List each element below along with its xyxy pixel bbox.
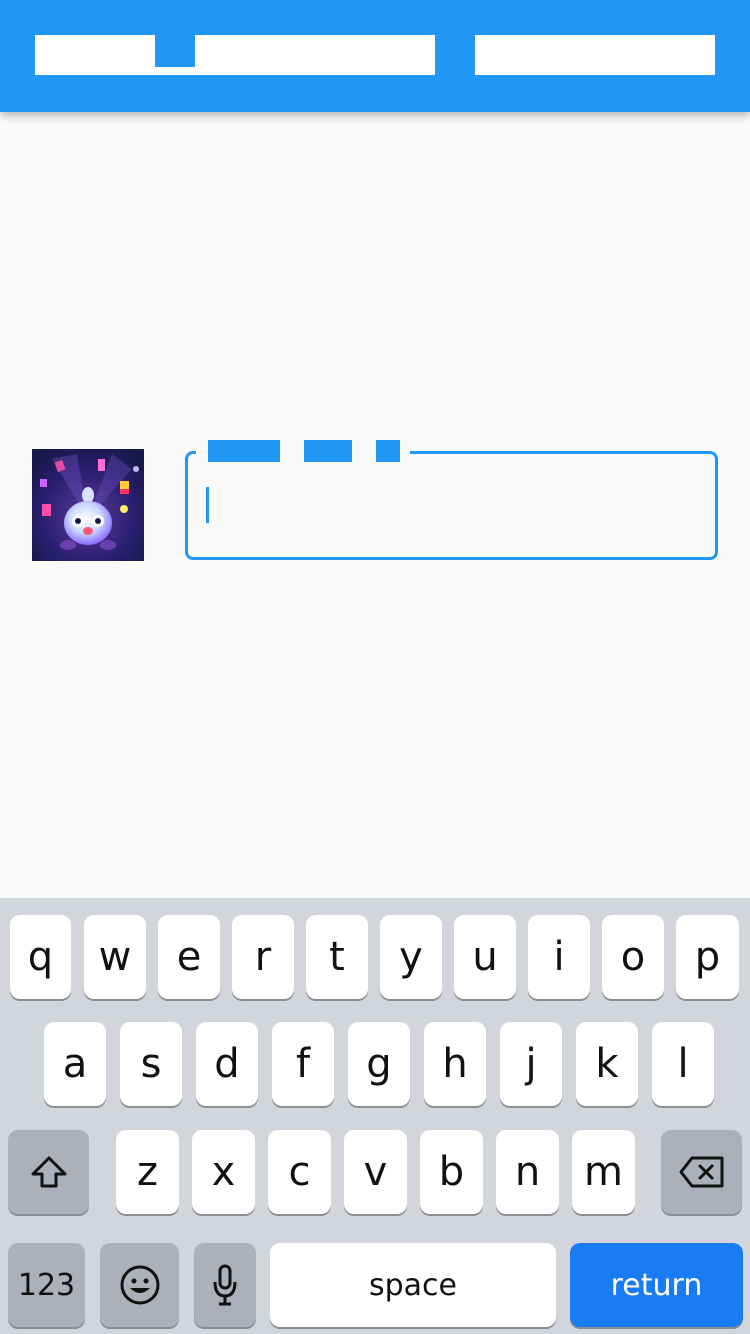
backspace-key[interactable]	[661, 1130, 742, 1214]
key-i[interactable]: i	[528, 915, 590, 999]
app-bar	[0, 0, 750, 112]
key-q[interactable]: q	[10, 915, 71, 999]
key-l[interactable]: l	[652, 1022, 714, 1106]
key-h[interactable]: h	[424, 1022, 486, 1106]
key-j[interactable]: j	[500, 1022, 562, 1106]
key-v[interactable]: v	[344, 1130, 407, 1214]
title-placeholder	[35, 35, 435, 75]
text-input[interactable]	[185, 451, 718, 560]
return-key[interactable]: return	[570, 1243, 743, 1327]
space-key[interactable]: space	[270, 1243, 556, 1327]
key-g[interactable]: g	[348, 1022, 410, 1106]
key-f[interactable]: f	[272, 1022, 334, 1106]
avatar-image	[32, 449, 144, 561]
microphone-icon	[213, 1264, 237, 1306]
key-w[interactable]: w	[84, 915, 146, 999]
label-placeholder	[376, 440, 400, 462]
key-d[interactable]: d	[196, 1022, 258, 1106]
microphone-key[interactable]	[194, 1243, 256, 1327]
key-x[interactable]: x	[192, 1130, 255, 1214]
emoji-key[interactable]	[100, 1243, 179, 1327]
key-r[interactable]: r	[232, 915, 294, 999]
label-placeholder	[208, 440, 280, 462]
text-cursor	[206, 487, 209, 523]
key-s[interactable]: s	[120, 1022, 182, 1106]
key-t[interactable]: t	[306, 915, 368, 999]
shift-icon	[31, 1156, 66, 1188]
numbers-key[interactable]: 123	[8, 1243, 85, 1327]
emoji-icon	[120, 1265, 159, 1305]
key-c[interactable]: c	[268, 1130, 331, 1214]
key-m[interactable]: m	[572, 1130, 635, 1214]
key-p[interactable]: p	[676, 915, 739, 999]
key-y[interactable]: y	[380, 915, 442, 999]
key-k[interactable]: k	[576, 1022, 638, 1106]
key-b[interactable]: b	[420, 1130, 483, 1214]
key-z[interactable]: z	[116, 1130, 179, 1214]
shift-key[interactable]	[8, 1130, 89, 1214]
label-placeholder	[304, 440, 352, 462]
avatar	[32, 449, 144, 561]
backspace-icon	[679, 1156, 723, 1188]
action-placeholder[interactable]	[475, 35, 715, 75]
key-o[interactable]: o	[602, 915, 664, 999]
key-n[interactable]: n	[496, 1130, 559, 1214]
key-u[interactable]: u	[454, 915, 516, 999]
keyboard: q w e r t y u i o p a s d f g h j k l z …	[0, 898, 750, 1334]
key-a[interactable]: a	[44, 1022, 106, 1106]
title-placeholder-notch	[155, 35, 195, 67]
key-e[interactable]: e	[158, 915, 220, 999]
